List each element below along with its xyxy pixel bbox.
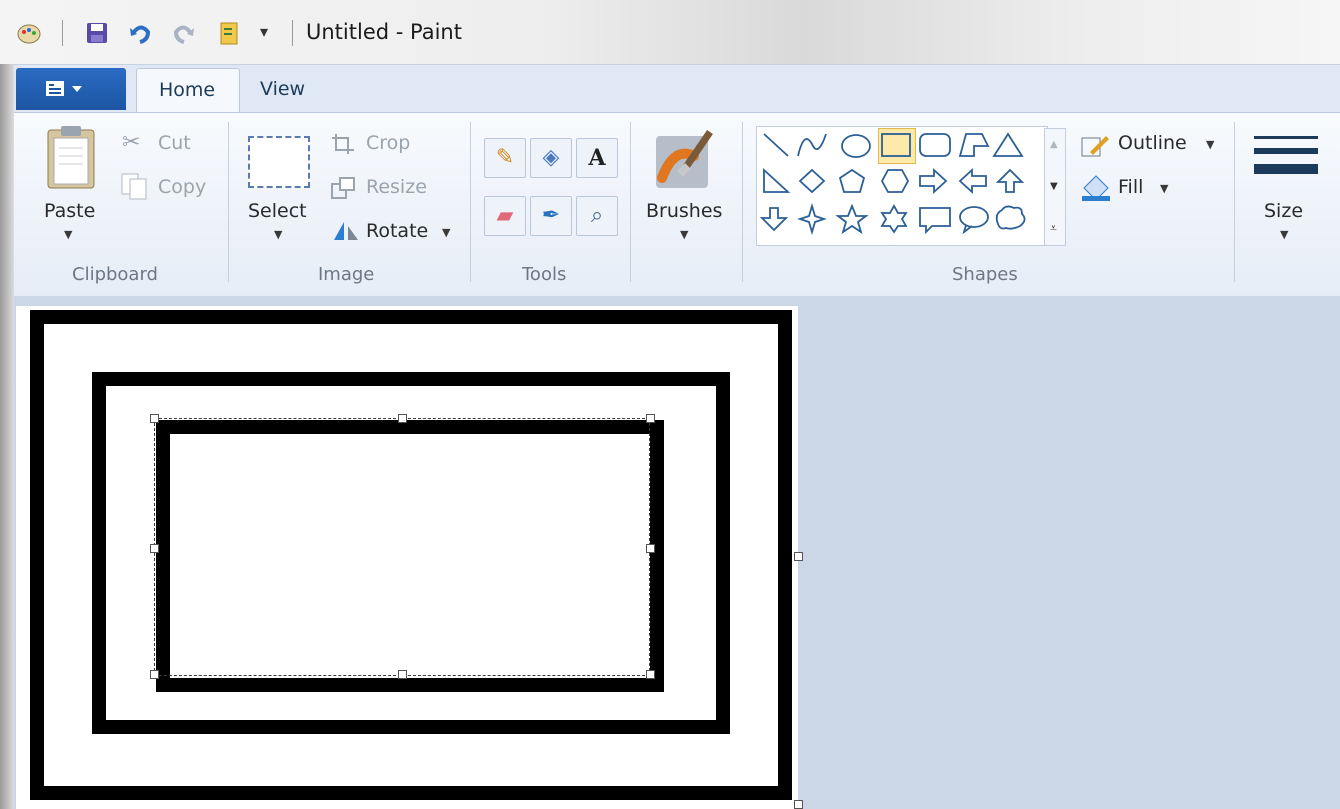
paint-menu-button[interactable] <box>16 68 126 110</box>
fill-dropdown-caret[interactable]: ▼ <box>1160 182 1168 195</box>
properties-icon[interactable] <box>216 20 242 46</box>
cut-icon: ✂ <box>122 130 141 155</box>
tab-home-label: Home <box>159 79 216 101</box>
brushes-dropdown-caret[interactable]: ▼ <box>680 228 688 241</box>
window-edge <box>0 64 14 809</box>
menu-icon <box>46 81 82 96</box>
select-button[interactable]: Select <box>248 200 307 222</box>
selection-handle-right[interactable] <box>646 544 655 553</box>
outline-dropdown-caret[interactable]: ▼ <box>1206 138 1214 151</box>
tools-group-title: Tools <box>522 264 567 285</box>
selection-handle-top-left[interactable] <box>150 414 159 423</box>
rotate-button[interactable]: Rotate <box>366 220 428 242</box>
paste-icon[interactable] <box>44 124 98 190</box>
selection-handle-top[interactable] <box>398 414 407 423</box>
fill-icon <box>1082 175 1110 201</box>
color-picker-tool[interactable]: ✒ <box>530 196 572 236</box>
eraser-icon: ▰ <box>496 203 514 228</box>
pentagon-shape <box>838 168 866 193</box>
paste-dropdown-caret[interactable]: ▼ <box>64 228 72 241</box>
fill-bucket-icon: ◈ <box>542 145 560 170</box>
magnifier-tool[interactable]: ⌕ <box>576 196 618 236</box>
up-arrow-shape <box>995 168 1025 193</box>
selection-handle-bottom-right[interactable] <box>646 670 655 679</box>
scroll-down-icon[interactable]: ▼ <box>1050 181 1058 192</box>
shapes-grid <box>760 132 1026 236</box>
size-dropdown-caret[interactable]: ▼ <box>1280 228 1288 241</box>
polygon-shape <box>958 133 990 157</box>
selection-handle-bottom[interactable] <box>398 670 407 679</box>
rounded-rectangle-shape <box>919 133 951 157</box>
cloud-callout-shape <box>995 205 1026 230</box>
outline-button[interactable]: Outline <box>1118 132 1187 154</box>
rectangle-shape <box>881 133 911 157</box>
magnifier-icon: ⌕ <box>590 203 604 228</box>
selection-handle-bottom-left[interactable] <box>150 670 159 679</box>
curve-shape <box>797 133 827 157</box>
oval-callout-shape <box>959 206 989 235</box>
resize-icon <box>331 177 355 199</box>
rotate-dropdown-caret[interactable]: ▼ <box>442 226 450 239</box>
pencil-icon: ✎ <box>495 145 515 170</box>
brush-icon[interactable] <box>654 126 716 192</box>
tab-view[interactable]: View <box>260 78 305 100</box>
down-arrow-shape <box>760 207 789 232</box>
hexagon-shape <box>880 169 910 193</box>
text-icon: A <box>588 145 606 171</box>
oval-shape <box>841 134 871 158</box>
five-point-star-shape <box>835 203 869 235</box>
outline-icon <box>1081 136 1109 157</box>
six-point-star-shape <box>880 204 908 234</box>
paint-app-icon[interactable] <box>16 20 42 46</box>
text-tool[interactable]: A <box>576 138 618 178</box>
undo-icon[interactable] <box>128 20 154 46</box>
color-picker-icon: ✒ <box>541 203 561 228</box>
right-triangle-shape <box>763 167 791 193</box>
size-button[interactable]: Size <box>1264 200 1303 222</box>
rounded-callout-shape <box>919 207 951 235</box>
crop-icon <box>332 134 354 154</box>
canvas-resize-handle-corner[interactable] <box>794 800 803 809</box>
fill-button[interactable]: Fill <box>1118 176 1143 198</box>
paste-button[interactable]: Paste <box>44 200 95 222</box>
left-arrow-shape <box>958 167 987 195</box>
copy-button[interactable]: Copy <box>158 176 206 198</box>
drawing-canvas[interactable] <box>16 306 798 809</box>
expand-gallery-icon[interactable]: ⩡ <box>1050 221 1057 236</box>
rotate-icon <box>334 222 358 240</box>
clipboard-group-title: Clipboard <box>72 264 158 285</box>
crop-button[interactable]: Crop <box>366 132 410 154</box>
diamond-shape <box>798 168 826 194</box>
scroll-up-icon[interactable]: ▲ <box>1050 139 1058 150</box>
selection-box[interactable] <box>154 418 650 676</box>
redo-icon[interactable] <box>170 20 196 46</box>
selection-handle-left[interactable] <box>150 544 159 553</box>
cut-button[interactable]: Cut <box>158 132 191 154</box>
fill-bucket-tool[interactable]: ◈ <box>530 138 572 178</box>
select-dropdown-caret[interactable]: ▼ <box>274 228 282 241</box>
resize-button[interactable]: Resize <box>366 176 427 198</box>
line-shape <box>763 133 789 157</box>
shapes-scrollbar[interactable]: ▲ ▼ ⩡ <box>1044 128 1066 246</box>
image-group-title: Image <box>318 264 375 285</box>
size-lines-icon[interactable] <box>1254 136 1318 184</box>
eraser-tool[interactable]: ▰ <box>484 196 526 236</box>
shapes-group-title: Shapes <box>952 264 1018 285</box>
pencil-tool[interactable]: ✎ <box>484 138 526 178</box>
customize-quick-access-button[interactable]: ▾ <box>260 22 268 41</box>
window-title: Untitled - Paint <box>306 20 462 44</box>
brushes-button[interactable]: Brushes <box>646 200 722 222</box>
copy-icon <box>121 173 147 200</box>
save-icon[interactable] <box>84 20 110 46</box>
select-icon[interactable] <box>248 136 310 188</box>
title-bar: ▾ Untitled - Paint <box>0 0 1340 64</box>
canvas-resize-handle-right[interactable] <box>794 552 803 561</box>
four-point-star-shape <box>797 202 827 236</box>
tab-home[interactable]: Home <box>136 68 240 114</box>
right-arrow-shape <box>919 167 948 195</box>
triangle-shape <box>992 132 1024 157</box>
selection-handle-top-right[interactable] <box>646 414 655 423</box>
